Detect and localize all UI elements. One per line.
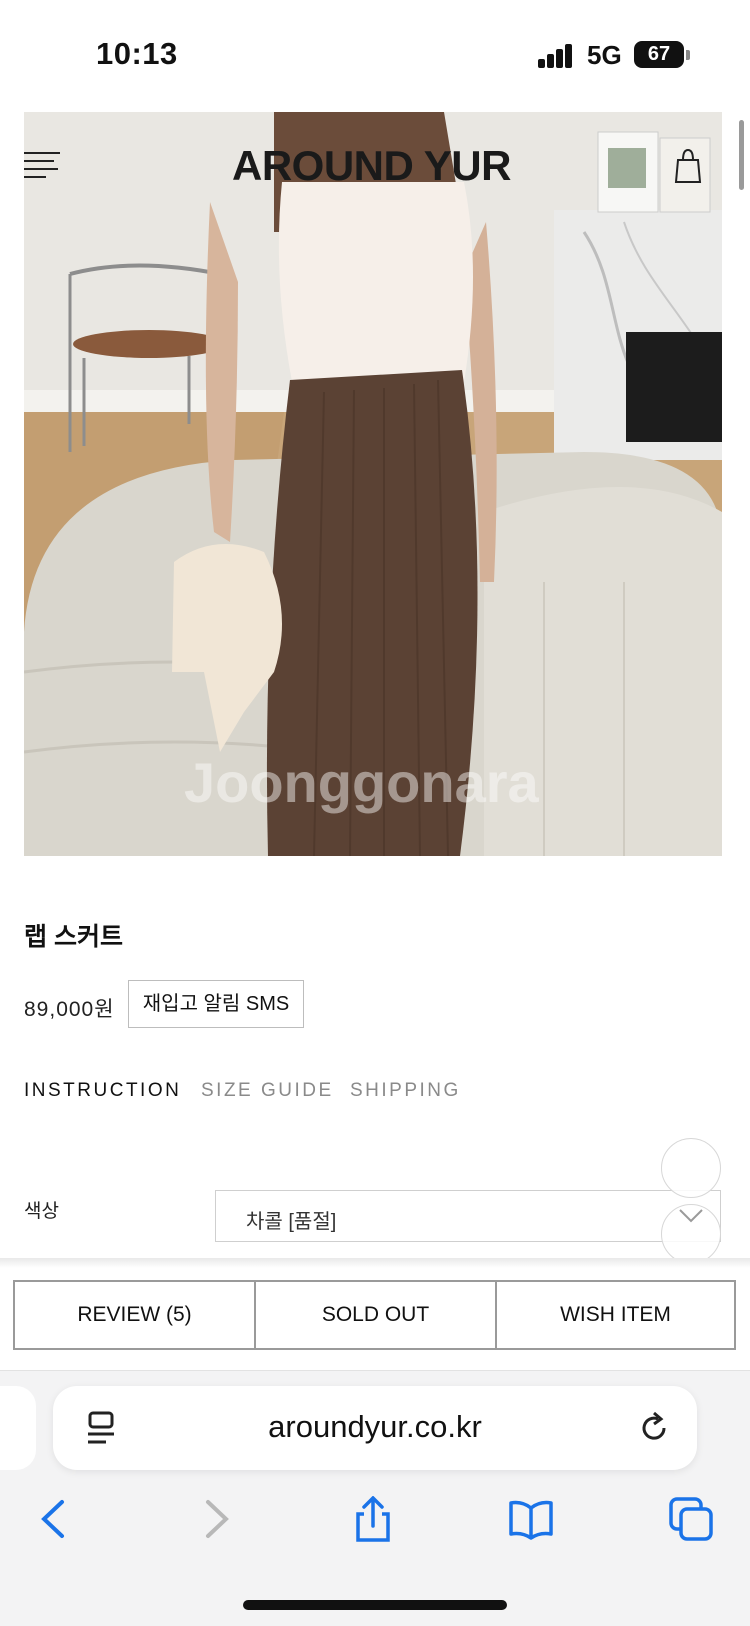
share-icon[interactable] (350, 1496, 396, 1542)
color-select-value: 차콜 [품절] (246, 1211, 337, 1233)
network-label: 5G (587, 40, 622, 70)
reader-icon[interactable] (86, 1410, 116, 1446)
bookmarks-icon[interactable] (508, 1496, 554, 1542)
tab-instruction[interactable]: INSTRUCTION (24, 1080, 181, 1102)
shopping-bag-icon[interactable] (674, 146, 702, 184)
chevron-down-icon (679, 1209, 703, 1223)
sold-out-button[interactable]: SOLD OUT (256, 1282, 497, 1348)
menu-icon[interactable] (24, 152, 62, 180)
home-indicator[interactable] (243, 1600, 507, 1610)
wish-item-button[interactable]: WISH ITEM (497, 1282, 734, 1348)
forward-icon[interactable] (192, 1496, 238, 1542)
product-action-bar: REVIEW (5) SOLD OUT WISH ITEM (13, 1280, 736, 1350)
product-image[interactable]: Joonggonara (24, 112, 722, 856)
tabs-icon[interactable] (668, 1496, 714, 1542)
tab-size-guide[interactable]: SIZE GUIDE (201, 1080, 334, 1102)
back-icon[interactable] (32, 1496, 78, 1542)
svg-text:Joonggonara: Joonggonara (184, 751, 540, 814)
address-text[interactable]: aroundyur.co.kr (160, 1409, 590, 1445)
restock-sms-button[interactable]: 재입고 알림 SMS (128, 980, 304, 1028)
tab-shipping[interactable]: SHIPPING (350, 1080, 461, 1102)
previous-tab-peek[interactable] (0, 1386, 36, 1470)
reload-icon[interactable] (636, 1410, 672, 1446)
scroll-up-button[interactable] (661, 1138, 721, 1198)
brand-logo[interactable]: AROUND YUR (232, 142, 511, 190)
status-time: 10:13 (96, 36, 178, 71)
page-scrollbar[interactable] (739, 120, 744, 190)
action-bar-shadow (0, 1258, 750, 1268)
color-select[interactable]: 차콜 [품절] (215, 1190, 721, 1242)
product-price: 89,000원 (24, 998, 115, 1021)
product-title: 랩 스커트 (24, 923, 123, 951)
signal-bars-icon (538, 44, 574, 68)
battery-cap (686, 50, 690, 60)
battery-icon: 67 (634, 41, 684, 68)
product-photo: Joonggonara (24, 112, 722, 856)
status-bar: 10:13 5G 67 (0, 0, 750, 110)
color-option-label: 색상 (24, 1201, 59, 1222)
review-button[interactable]: REVIEW (5) (15, 1282, 256, 1348)
